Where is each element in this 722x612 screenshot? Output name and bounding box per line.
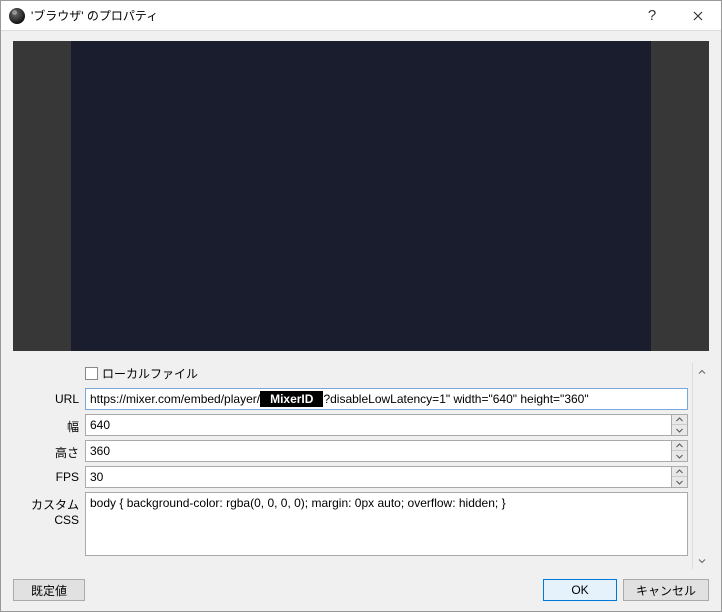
titlebar: 'ブラウザ' のプロパティ ? [1, 1, 721, 31]
width-input[interactable] [85, 414, 688, 436]
height-label: 高さ [13, 440, 85, 461]
dialog-window: 'ブラウザ' のプロパティ ? ローカルファイル [0, 0, 722, 612]
local-file-label: ローカルファイル [102, 365, 198, 382]
app-icon [9, 8, 25, 24]
close-button[interactable] [675, 1, 721, 31]
url-value-redacted: MixerID [260, 391, 323, 407]
form-content: ローカルファイル URL https://mixer.com/embed/pla… [13, 363, 688, 569]
window-title: 'ブラウザ' のプロパティ [31, 7, 158, 24]
row-local-file: ローカルファイル [13, 363, 688, 384]
height-step-down[interactable] [672, 451, 687, 461]
height-step-up[interactable] [672, 441, 687, 451]
chevron-down-icon [676, 454, 683, 459]
help-button[interactable]: ? [629, 1, 675, 31]
height-input[interactable] [85, 440, 688, 462]
chevron-up-icon [698, 368, 706, 376]
width-value[interactable] [85, 414, 671, 436]
cancel-button[interactable]: キャンセル [623, 579, 709, 601]
chevron-down-icon [676, 480, 683, 485]
fps-label: FPS [13, 466, 85, 484]
width-label: 幅 [13, 414, 85, 435]
width-step-up[interactable] [672, 415, 687, 425]
row-height: 高さ [13, 440, 688, 462]
row-fps: FPS [13, 466, 688, 488]
chevron-up-icon [676, 443, 683, 448]
row-width: 幅 [13, 414, 688, 436]
fps-step-down[interactable] [672, 477, 687, 487]
chevron-down-icon [698, 557, 706, 565]
chevron-up-icon [676, 469, 683, 474]
local-file-checkbox[interactable]: ローカルファイル [85, 363, 688, 384]
row-css: カスタム CSS [13, 492, 688, 559]
defaults-button[interactable]: 既定値 [13, 579, 85, 601]
css-label: カスタム CSS [13, 492, 85, 527]
height-value[interactable] [85, 440, 671, 462]
preview-area [13, 41, 709, 351]
close-icon [693, 11, 703, 21]
form-scrollbar[interactable] [692, 363, 709, 569]
fps-step-up[interactable] [672, 467, 687, 477]
preview-content [71, 41, 651, 351]
fps-input[interactable] [85, 466, 688, 488]
ok-button[interactable]: OK [543, 579, 617, 601]
client-area: ローカルファイル URL https://mixer.com/embed/pla… [1, 31, 721, 611]
url-label: URL [13, 388, 85, 406]
url-value-suffix: ?disableLowLatency=1" width="640" height… [323, 392, 588, 406]
width-step-down[interactable] [672, 425, 687, 435]
checkbox-icon [85, 367, 98, 380]
button-bar: 既定値 OK キャンセル [13, 579, 709, 601]
css-input[interactable] [85, 492, 688, 556]
url-input[interactable]: https://mixer.com/embed/player/ MixerID … [85, 388, 688, 410]
chevron-down-icon [676, 428, 683, 433]
row-url: URL https://mixer.com/embed/player/ Mixe… [13, 388, 688, 410]
url-value-prefix: https://mixer.com/embed/player/ [90, 392, 260, 406]
fps-value[interactable] [85, 466, 671, 488]
chevron-up-icon [676, 417, 683, 422]
scroll-up-button[interactable] [693, 363, 710, 380]
form-area: ローカルファイル URL https://mixer.com/embed/pla… [13, 363, 709, 569]
scroll-down-button[interactable] [693, 552, 710, 569]
